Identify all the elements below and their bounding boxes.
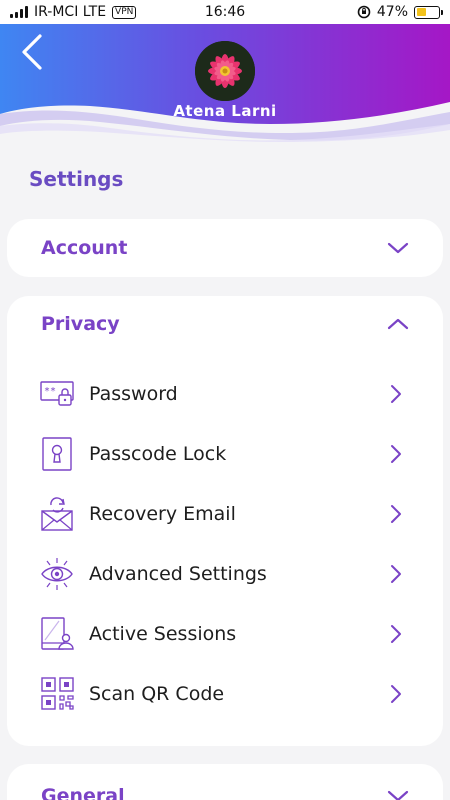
chevron-right-icon — [391, 685, 401, 703]
privacy-item-label: Advanced Settings — [89, 563, 267, 585]
chevron-right-icon — [391, 445, 401, 463]
battery-level — [416, 8, 427, 16]
general-section: General — [7, 764, 443, 800]
privacy-item-password[interactable]: ** Password — [7, 364, 443, 424]
status-left: IR-MCI LTE VPN — [10, 4, 137, 20]
privacy-item-advanced-settings[interactable]: Advanced Settings — [7, 544, 443, 604]
privacy-item-label: Passcode Lock — [89, 443, 227, 465]
page-title: Settings — [29, 167, 124, 191]
passcode-lock-icon — [42, 437, 72, 471]
qr-code-icon — [41, 677, 74, 710]
chevron-up-icon — [387, 318, 409, 330]
privacy-item-label: Password — [89, 383, 178, 405]
carrier-label: IR-MCI LTE — [34, 4, 107, 20]
privacy-item-recovery-email[interactable]: Recovery Email — [7, 484, 443, 544]
chevron-right-icon — [391, 565, 401, 583]
avatar[interactable] — [195, 41, 255, 101]
recovery-email-icon — [41, 497, 73, 531]
account-section: Account — [7, 219, 443, 277]
battery-percent: 47% — [376, 4, 408, 20]
active-sessions-icon — [41, 617, 74, 650]
password-icon: ** — [40, 381, 74, 406]
privacy-item-passcode-lock[interactable]: Passcode Lock — [7, 424, 443, 484]
account-section-header[interactable]: Account — [7, 219, 443, 277]
general-section-title: General — [41, 785, 125, 800]
chevron-down-icon — [387, 790, 409, 800]
chevron-right-icon — [391, 625, 401, 643]
privacy-item-label: Active Sessions — [89, 623, 237, 645]
privacy-item-active-sessions[interactable]: Active Sessions — [7, 604, 443, 664]
privacy-section-title: Privacy — [41, 313, 120, 335]
battery-icon — [414, 5, 443, 19]
privacy-section-header[interactable]: Privacy — [7, 296, 443, 352]
privacy-item-scan-qr-code[interactable]: Scan QR Code — [7, 664, 443, 724]
profile-header: Atena Larni — [0, 24, 450, 142]
signal-icon — [10, 6, 28, 18]
chevron-right-icon — [391, 505, 401, 523]
privacy-section: Privacy ** Password Passcode Lock Recove… — [7, 296, 443, 746]
status-right: 47% — [357, 4, 443, 20]
vpn-badge: VPN — [112, 5, 137, 19]
account-section-title: Account — [41, 237, 128, 259]
svg-text:**: ** — [44, 386, 56, 397]
privacy-item-label: Recovery Email — [89, 503, 236, 525]
privacy-item-label: Scan QR Code — [89, 683, 225, 705]
status-bar: IR-MCI LTE VPN 16:46 47% — [0, 0, 450, 24]
orientation-lock-icon — [357, 5, 371, 19]
advanced-settings-icon — [41, 558, 73, 590]
back-button[interactable] — [16, 30, 56, 74]
flower-avatar-image — [195, 41, 255, 101]
chevron-right-icon — [391, 385, 401, 403]
chevron-down-icon — [387, 242, 409, 254]
general-section-header[interactable]: General — [7, 764, 443, 800]
user-name: Atena Larni — [173, 102, 277, 120]
